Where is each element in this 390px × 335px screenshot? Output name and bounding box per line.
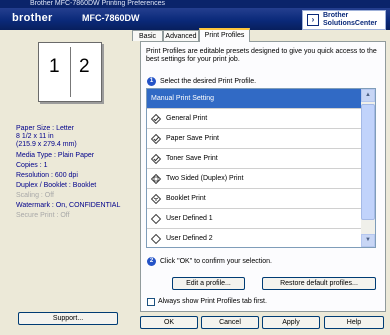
list-item-label: User Defined 1 <box>166 215 213 222</box>
support-button[interactable]: Support... <box>18 312 118 325</box>
apply-button[interactable]: Apply <box>262 316 320 329</box>
solutions-center-label-2: SolutionsCenter <box>323 20 378 27</box>
chevron-right-icon: › <box>307 14 319 26</box>
list-item-toner-save-print[interactable]: Toner Save Print <box>147 149 362 169</box>
scroll-down-icon[interactable]: ▼ <box>361 234 375 247</box>
profile-list-scrollbar[interactable]: ▲ ▼ <box>361 89 375 247</box>
preview-divider <box>70 47 71 97</box>
preview-page-1: 1 <box>49 56 60 77</box>
edit-profile-label: Edit a profile... <box>186 280 231 287</box>
list-item-label: General Print <box>166 115 208 122</box>
scroll-up-icon[interactable]: ▲ <box>361 89 375 102</box>
booklet-icon <box>151 194 161 204</box>
window-title: Brother MFC-7860DW Printing Preferences <box>30 0 165 7</box>
list-item-label: Booklet Print <box>166 195 206 202</box>
page-layout-preview: 1 2 <box>38 42 102 102</box>
restore-default-label: Restore default profiles... <box>280 280 358 287</box>
list-item-label: User Defined 2 <box>166 235 213 242</box>
tab-basic[interactable]: Basic <box>132 30 163 41</box>
copies-info: Copies : 1 <box>16 162 48 169</box>
edit-profile-button[interactable]: Edit a profile... <box>172 277 245 290</box>
tab-basic-label: Basic <box>138 33 157 40</box>
scaling-info: Scaling : Off <box>16 192 55 199</box>
diamond-check-icon <box>151 114 161 124</box>
step-2-badge: 2 <box>147 257 156 266</box>
window-titlebar: Brother MFC-7860DW Printing Preferences <box>0 0 390 8</box>
model-name: MFC-7860DW <box>82 13 140 23</box>
step-1-text: Select the desired Print Profile. <box>160 78 257 85</box>
restore-default-profiles-button[interactable]: Restore default profiles... <box>262 277 376 290</box>
list-item-manual-print-setting[interactable]: Manual Print Setting <box>147 89 362 109</box>
diamond-check-icon <box>151 134 161 144</box>
paper-dims-mm: (215.9 x 279.4 mm) <box>16 141 77 148</box>
step-1-badge: 1 <box>147 77 156 86</box>
diamond-icon <box>151 214 161 224</box>
cancel-label: Cancel <box>219 319 241 326</box>
tab-print-profiles-label: Print Profiles <box>204 32 245 39</box>
tab-advanced-label: Advanced <box>165 33 197 40</box>
apply-label: Apply <box>282 319 300 326</box>
solutions-center-label-1: Brother <box>323 12 349 19</box>
help-label: Help <box>346 319 362 326</box>
watermark-info: Watermark : On, CONFIDENTIAL <box>16 202 121 209</box>
always-show-checkbox[interactable] <box>147 298 155 306</box>
tab-print-profiles[interactable]: Print Profiles <box>199 28 250 42</box>
scroll-thumb[interactable] <box>361 104 375 220</box>
duplex-icon <box>151 174 161 184</box>
help-button[interactable]: Help <box>324 316 384 329</box>
cancel-button[interactable]: Cancel <box>201 316 259 329</box>
list-item-label: Manual Print Setting <box>151 95 215 102</box>
step-2-text: Click "OK" to confirm your selection. <box>160 258 272 265</box>
solutions-center-link[interactable]: › Brother SolutionsCenter <box>302 10 386 30</box>
brand-header: brother MFC-7860DW › Brother SolutionsCe… <box>0 8 390 30</box>
secure-print-info: Secure Print : Off <box>16 212 70 219</box>
preview-page-2: 2 <box>79 56 90 77</box>
always-show-label: Always show Print Profiles tab first. <box>158 298 267 305</box>
list-item-user-defined-2[interactable]: User Defined 2 <box>147 229 362 247</box>
list-item-label: Two Sided (Duplex) Print <box>166 175 244 182</box>
list-item-label: Paper Save Print <box>166 135 219 142</box>
media-type-info: Media Type : Plain Paper <box>16 152 95 159</box>
list-item-label: Toner Save Print <box>166 155 218 162</box>
diamond-icon <box>151 234 161 244</box>
resolution-info: Resolution : 600 dpi <box>16 172 78 179</box>
list-item-booklet-print[interactable]: Booklet Print <box>147 189 362 209</box>
duplex-info: Duplex / Booklet : Booklet <box>16 182 97 189</box>
diamond-check-icon <box>151 154 161 164</box>
ok-button[interactable]: OK <box>140 316 198 329</box>
list-item-two-sided-print[interactable]: Two Sided (Duplex) Print <box>147 169 362 189</box>
list-item-paper-save-print[interactable]: Paper Save Print <box>147 129 362 149</box>
profiles-description: Print Profiles are editable presets desi… <box>146 48 377 63</box>
list-item-user-defined-1[interactable]: User Defined 1 <box>147 209 362 229</box>
tab-advanced[interactable]: Advanced <box>163 30 199 41</box>
brother-logo: brother <box>12 12 53 24</box>
ok-label: OK <box>163 319 175 326</box>
list-item-general-print[interactable]: General Print <box>147 109 362 129</box>
profile-list[interactable]: Manual Print Setting General Print Paper… <box>146 88 376 248</box>
support-button-label: Support... <box>52 315 84 322</box>
